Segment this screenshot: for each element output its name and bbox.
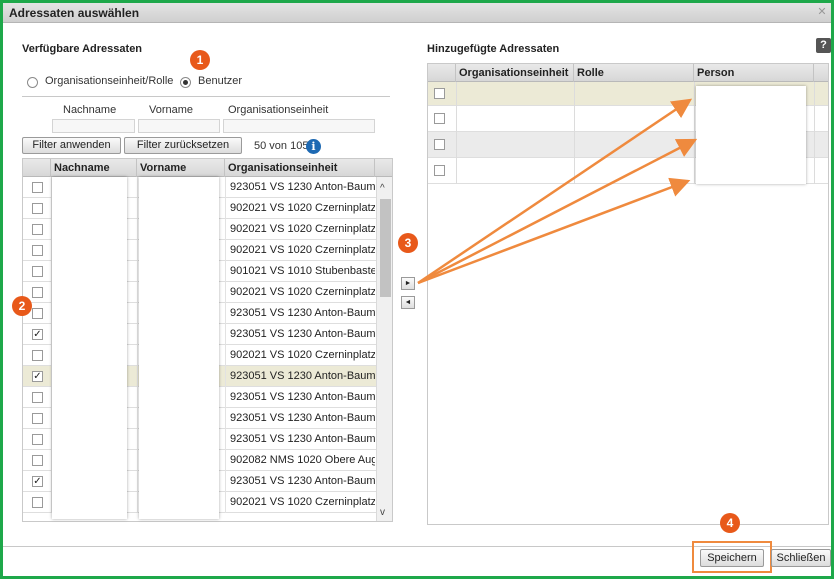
- arrow-to-row-2: [417, 138, 698, 285]
- step-badge-1: 1: [190, 50, 210, 70]
- arrow-to-row-3: [417, 177, 691, 285]
- step-badge-4: 4: [720, 513, 740, 533]
- arrow-to-row-1: [417, 98, 693, 285]
- close-button[interactable]: Schließen: [771, 549, 831, 567]
- annotation-arrows: [417, 98, 698, 285]
- step-badge-3: 3: [398, 233, 418, 253]
- step-badge-2: 2: [12, 296, 32, 316]
- save-button[interactable]: Speichern: [700, 549, 764, 567]
